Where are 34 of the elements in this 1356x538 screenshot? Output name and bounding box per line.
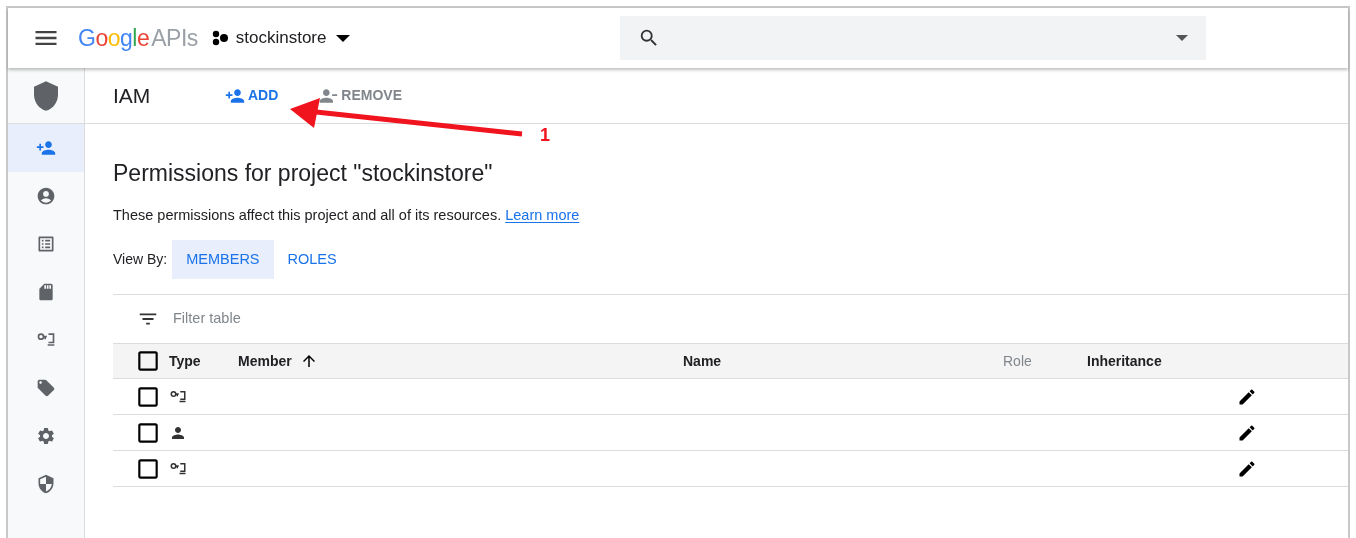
filter-field[interactable]: Filter table: [173, 308, 473, 331]
column-header[interactable]: Name: [683, 350, 722, 372]
add-button[interactable]: ADD: [225, 85, 279, 106]
column-header[interactable]: Member: [238, 350, 292, 372]
edit-button[interactable]: [1237, 458, 1257, 479]
logo[interactable]: GoogleAPIs: [78, 20, 198, 56]
view-tab[interactable]: ROLES: [273, 240, 351, 280]
caret-icon: [1176, 35, 1189, 41]
view-by-label: View By:: [113, 250, 168, 270]
edit-icon: [1237, 386, 1257, 407]
tag-icon: [36, 378, 56, 398]
learn-more-link[interactable]: Learn more: [505, 206, 580, 223]
column-header[interactable]: Type: [169, 350, 201, 372]
card-icon: [36, 282, 56, 302]
column-header[interactable]: Inheritance: [1087, 350, 1162, 372]
edit-button[interactable]: [1237, 386, 1257, 407]
description: These permissions affect this project and all of its resources. Learn more: [113, 205, 581, 225]
shield-icon: [36, 474, 56, 494]
edit-button[interactable]: [1237, 422, 1257, 443]
settings-icon: [36, 426, 56, 446]
list-icon: [36, 234, 56, 254]
account-icon: [36, 186, 56, 206]
annotation-number: 1: [540, 124, 550, 147]
sidebar-item[interactable]: [8, 124, 84, 172]
dots-icon: [211, 30, 230, 46]
edit-icon: [1237, 458, 1257, 479]
caret-icon: [336, 34, 351, 42]
view-tab[interactable]: MEMBERS: [172, 240, 274, 280]
project-selector[interactable]: stockinstore: [211, 25, 351, 51]
page-title: IAM: [113, 82, 152, 109]
edit-icon: [1237, 422, 1257, 443]
section-heading: Permissions for project "stockinstore": [113, 159, 494, 188]
add-person-icon: [36, 138, 56, 158]
search-field[interactable]: [620, 16, 1207, 60]
